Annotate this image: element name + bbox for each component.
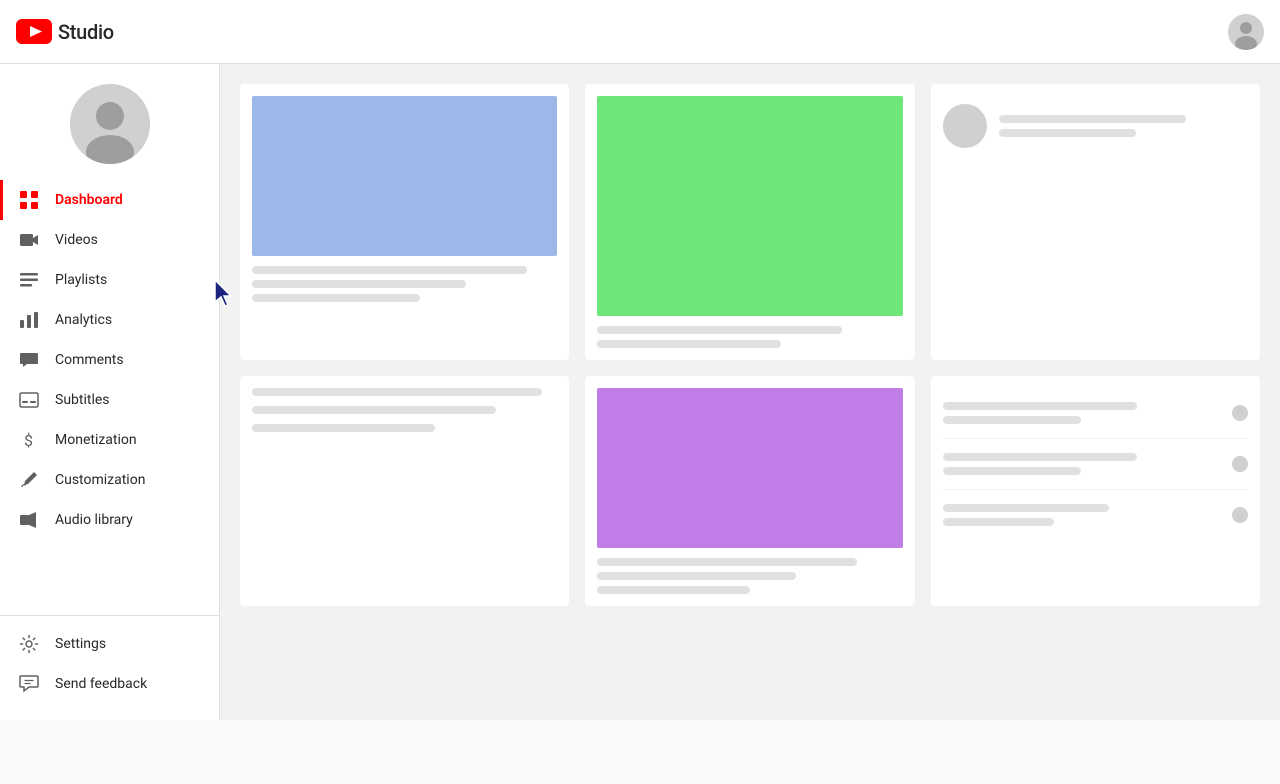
monetization-label: Monetization: [55, 432, 137, 448]
comments-label: Comments: [55, 352, 124, 368]
playlists-label: Playlists: [55, 272, 107, 288]
feedback-icon: [19, 674, 39, 694]
card-line: [943, 453, 1137, 461]
gear-icon: [19, 634, 39, 654]
card-line: [597, 558, 857, 566]
list-item-3: [943, 490, 1248, 540]
comment-icon: [19, 350, 39, 370]
card-1-thumbnail: [252, 96, 557, 256]
card-line: [999, 129, 1136, 137]
audio-library-label: Audio library: [55, 512, 133, 528]
card-line: [943, 402, 1137, 410]
dashboard-label: Dashboard: [55, 192, 123, 208]
card-line: [597, 326, 841, 334]
sidebar-item-customization[interactable]: Customization: [0, 460, 219, 500]
video-icon: [19, 230, 39, 250]
card-line: [943, 416, 1082, 424]
analytics-label: Analytics: [55, 312, 112, 328]
sidebar-item-subtitles[interactable]: Subtitles: [0, 380, 219, 420]
card-line: [597, 340, 780, 348]
card-4: [240, 376, 569, 606]
card-line: [252, 266, 527, 274]
dollar-icon: $: [19, 430, 39, 450]
subtitles-icon: [19, 390, 39, 410]
card-5-lines: [597, 558, 902, 594]
card-1-lines: [252, 266, 557, 302]
card-line: [943, 518, 1054, 526]
sidebar-avatar: [70, 84, 150, 164]
card-line: [597, 586, 750, 594]
sidebar-item-videos[interactable]: Videos: [0, 220, 219, 260]
card-3-avatar: [943, 104, 987, 148]
card-5-thumbnail: [597, 388, 902, 548]
card-line: [999, 115, 1186, 123]
grid-icon: [19, 190, 39, 210]
sidebar-bottom: Settings Send feedback: [0, 615, 219, 704]
card-line: [252, 406, 496, 414]
list-item-3-lines: [943, 504, 1220, 526]
card-circle: [1232, 507, 1248, 523]
customization-label: Customization: [55, 472, 145, 488]
card-line: [597, 572, 795, 580]
card-6: [931, 376, 1260, 606]
audio-icon: [19, 510, 39, 530]
card-3: [931, 84, 1260, 360]
bar-chart-icon: [19, 310, 39, 330]
brush-icon: [19, 470, 39, 490]
send-feedback-label: Send feedback: [55, 676, 147, 692]
card-line: [943, 467, 1082, 475]
sidebar-item-send-feedback[interactable]: Send feedback: [0, 664, 219, 704]
card-1: [240, 84, 569, 360]
sidebar-item-audio-library[interactable]: Audio library: [0, 500, 219, 540]
list-item-1: [943, 388, 1248, 439]
card-line: [252, 424, 435, 432]
card-4-lines: [252, 388, 557, 432]
card-5: [585, 376, 914, 606]
settings-label: Settings: [55, 636, 106, 652]
card-2-thumbnail: [597, 96, 902, 316]
header-user-avatar[interactable]: [1228, 14, 1264, 50]
list-item-2-lines: [943, 453, 1220, 475]
header: Studio: [0, 0, 1280, 64]
logo-container: Studio: [16, 19, 114, 44]
list-item-2: [943, 439, 1248, 490]
sidebar-item-playlists[interactable]: Playlists: [0, 260, 219, 300]
card-circle: [1232, 405, 1248, 421]
card-line: [252, 294, 420, 302]
card-circle: [1232, 456, 1248, 472]
studio-text: Studio: [58, 20, 114, 44]
sidebar-item-dashboard[interactable]: Dashboard: [0, 180, 219, 220]
card-3-profile-lines: [999, 115, 1248, 137]
card-line: [252, 280, 466, 288]
card-line: [252, 388, 542, 396]
list-icon: [19, 270, 39, 290]
sidebar-item-comments[interactable]: Comments: [0, 340, 219, 380]
nav-section: Dashboard Videos Playlists: [0, 180, 219, 615]
sidebar-profile: [0, 64, 219, 180]
sidebar: Dashboard Videos Playlists: [0, 64, 220, 720]
card-line: [943, 504, 1109, 512]
card-3-profile-row: [943, 96, 1248, 156]
subtitles-label: Subtitles: [55, 392, 110, 408]
youtube-logo-icon: [16, 19, 52, 44]
videos-label: Videos: [55, 232, 98, 248]
sidebar-item-monetization[interactable]: $ Monetization: [0, 420, 219, 460]
list-item-1-lines: [943, 402, 1220, 424]
svg-text:$: $: [24, 431, 33, 450]
main-content: [220, 64, 1280, 720]
content-grid: [240, 84, 1260, 606]
sidebar-item-analytics[interactable]: Analytics: [0, 300, 219, 340]
sidebar-item-settings[interactable]: Settings: [0, 624, 219, 664]
card-2-lines: [597, 326, 902, 348]
card-2: [585, 84, 914, 360]
